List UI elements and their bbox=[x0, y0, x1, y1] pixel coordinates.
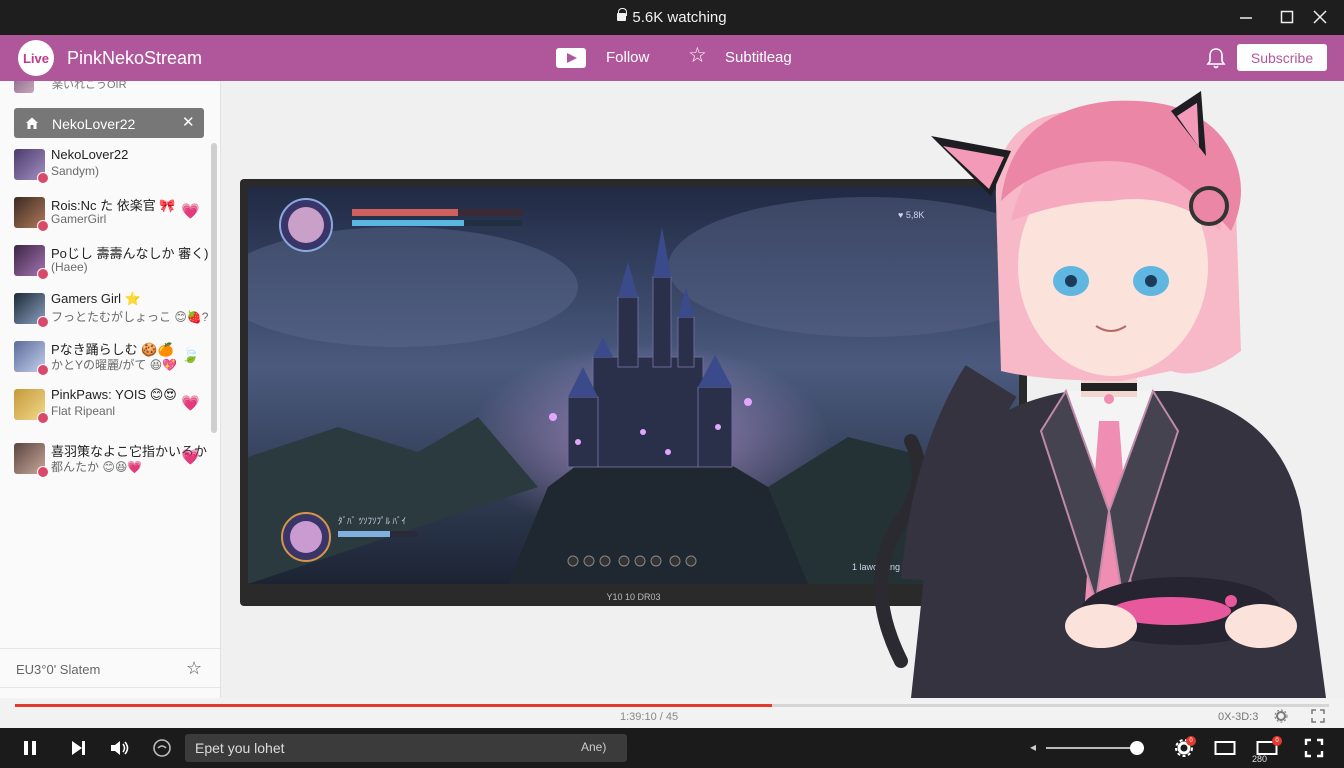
chat-scrollbar-thumb[interactable] bbox=[211, 143, 217, 433]
close-icon[interactable]: ✕ bbox=[182, 115, 195, 131]
chat-username: NekoLover22 bbox=[51, 147, 129, 162]
user-badge bbox=[37, 466, 49, 478]
chat-text: Flat Ripeanl bbox=[51, 404, 116, 418]
settings-gear-icon[interactable] bbox=[1274, 709, 1288, 723]
footer-label: EU3°0' Slatem bbox=[16, 662, 101, 677]
subtitles-button[interactable]: Subtitleag bbox=[725, 49, 792, 66]
chat-text: 都んたか 😊😆💗 bbox=[51, 460, 143, 474]
avatar bbox=[14, 389, 49, 424]
chat-message-partial: 楽いれこうOIR bbox=[14, 81, 127, 93]
avatar bbox=[14, 81, 34, 93]
video-stage[interactable]: ♥ 5,8K ﾀﾞﾊﾞ ﾂｿﾌｿﾌﾟﾙ ﾊﾞｲ 1 lawooding Y10 … bbox=[221, 81, 1344, 698]
live-badge: Live bbox=[18, 40, 54, 76]
chat-filter-chip[interactable]: NekoLover22 ✕ bbox=[14, 108, 204, 138]
theater-mode-button[interactable] bbox=[1213, 737, 1237, 759]
pause-icon bbox=[24, 741, 36, 755]
avatar bbox=[14, 293, 49, 328]
skip-next-icon bbox=[72, 741, 85, 755]
lock-icon bbox=[617, 8, 628, 21]
maximize-button[interactable] bbox=[1276, 6, 1298, 28]
fullscreen-icon bbox=[1304, 738, 1324, 758]
timestamp: 1:39:10 / 45 bbox=[620, 711, 679, 723]
chat-text: GamerGirl bbox=[51, 212, 107, 226]
next-button[interactable] bbox=[66, 737, 90, 759]
chat-message[interactable]: PinkPaws: YOIS 😊😍 Flat Ripeanl 💗 bbox=[14, 387, 204, 427]
avatar bbox=[14, 341, 49, 376]
window-titlebar: 5.6K watching bbox=[0, 0, 1344, 35]
avatar bbox=[14, 197, 49, 232]
heart-icon: 💗 bbox=[181, 203, 200, 220]
chat-bubble-icon bbox=[153, 739, 171, 757]
chat-message[interactable]: Gamers Girl ⭐ フっとたむがしょっこ 😊🍓? bbox=[14, 291, 208, 331]
user-badge bbox=[37, 172, 49, 184]
chat-text: フっとたむがしょっこ 😊🍓? bbox=[51, 310, 209, 324]
bell-icon[interactable] bbox=[1205, 46, 1227, 70]
avatar bbox=[14, 443, 49, 478]
expand-icon[interactable] bbox=[1311, 709, 1325, 723]
chat-text: かとYの曜麗/がて 😆💖 bbox=[51, 358, 178, 372]
chat-text: (Haee) bbox=[51, 260, 88, 274]
window-title: 5.6K watching bbox=[0, 8, 1344, 26]
user-badge bbox=[37, 220, 49, 232]
viewer-count: 5.6K watching bbox=[632, 9, 727, 26]
close-icon bbox=[1313, 10, 1327, 24]
chip-label: NekoLover22 bbox=[52, 116, 136, 132]
user-badge bbox=[37, 364, 49, 376]
chat-username: Gamers Girl ⭐ bbox=[51, 291, 141, 306]
star-icon[interactable]: ☆ bbox=[688, 45, 707, 67]
maximize-icon bbox=[1280, 10, 1294, 24]
chat-message[interactable]: 喜羽策なよこ它指かいるか 都んたか 😊😆💗 💗 bbox=[14, 441, 207, 481]
hud-player-name: ﾀﾞﾊﾞ ﾂｿﾌｿﾌﾟﾙ ﾊﾞｲ bbox=[338, 516, 407, 526]
partial-message-text: 楽いれこうOIR bbox=[52, 81, 127, 91]
theater-icon bbox=[1214, 741, 1236, 755]
video-play-icon[interactable] bbox=[556, 48, 586, 68]
vtuber-avatar-image bbox=[874, 91, 1326, 698]
volume-slider-knob[interactable] bbox=[1130, 741, 1144, 755]
chat-text: Sandym) bbox=[51, 164, 100, 178]
chat-input-box[interactable]: Ane) bbox=[185, 734, 627, 762]
heart-icon: 💗 bbox=[181, 395, 200, 412]
send-button[interactable]: Ane) bbox=[581, 740, 606, 754]
user-badge bbox=[37, 412, 49, 424]
leaf-icon: 🍃 bbox=[181, 347, 200, 364]
quality-label: 280 bbox=[1252, 754, 1268, 764]
player-controls: Ane) ◂ 0 0 280 bbox=[0, 728, 1344, 768]
home-icon bbox=[26, 117, 38, 129]
chat-mode-button[interactable] bbox=[150, 737, 174, 759]
chat-message[interactable]: NekoLover22 Sandym) bbox=[14, 147, 204, 187]
minimize-button[interactable] bbox=[1235, 6, 1257, 28]
avatar bbox=[14, 245, 49, 280]
chat-message[interactable]: Pなき踊らしむ 🍪🍊 かとYの曜麗/がて 😆💖 🍃 bbox=[14, 339, 204, 379]
chat-message[interactable]: Rois:Nc た 依楽官 🎀 GamerGirl 💗 bbox=[14, 195, 204, 235]
pause-button[interactable] bbox=[18, 737, 42, 759]
volume-button[interactable] bbox=[108, 737, 132, 759]
timestamp-right: 0X-3D:3 bbox=[1218, 711, 1259, 723]
close-window-button[interactable] bbox=[1309, 6, 1331, 28]
progress-fill[interactable] bbox=[15, 704, 772, 707]
volume-low-icon[interactable]: ◂ bbox=[1030, 740, 1036, 754]
subscribe-button[interactable]: Subscribe bbox=[1237, 44, 1327, 71]
volume-icon bbox=[111, 741, 129, 755]
star-icon[interactable]: ☆ bbox=[186, 658, 202, 678]
chat-sidebar: 楽いれこうOIR NekoLover22 ✕ NekoLover22 Sandy… bbox=[0, 81, 221, 698]
sidebar-footer: EU3°0' Slatem ☆ bbox=[0, 648, 220, 688]
chat-message[interactable]: Poじし 壽壽んなしか 審く) (Haee) bbox=[14, 243, 208, 283]
chat-input[interactable] bbox=[195, 738, 575, 758]
chat-username: PinkPaws: YOIS 😊😍 bbox=[51, 387, 177, 402]
minimize-icon bbox=[1240, 17, 1252, 19]
user-badge bbox=[37, 316, 49, 328]
settings-badge: 0 bbox=[1186, 736, 1196, 746]
fullscreen-button[interactable] bbox=[1302, 737, 1326, 759]
channel-name[interactable]: PinkNekoStream bbox=[67, 48, 202, 69]
avatar bbox=[14, 149, 49, 184]
heart-icon: 💗 bbox=[181, 449, 200, 466]
playback-progress: 1:39:10 / 45 0X-3D:3 bbox=[0, 698, 1344, 728]
channel-header: Live PinkNekoStream Follow ☆ Subtitleag … bbox=[0, 35, 1344, 81]
miniplayer-badge: 0 bbox=[1272, 736, 1282, 746]
follow-button[interactable]: Follow bbox=[606, 49, 649, 66]
user-badge bbox=[37, 268, 49, 280]
